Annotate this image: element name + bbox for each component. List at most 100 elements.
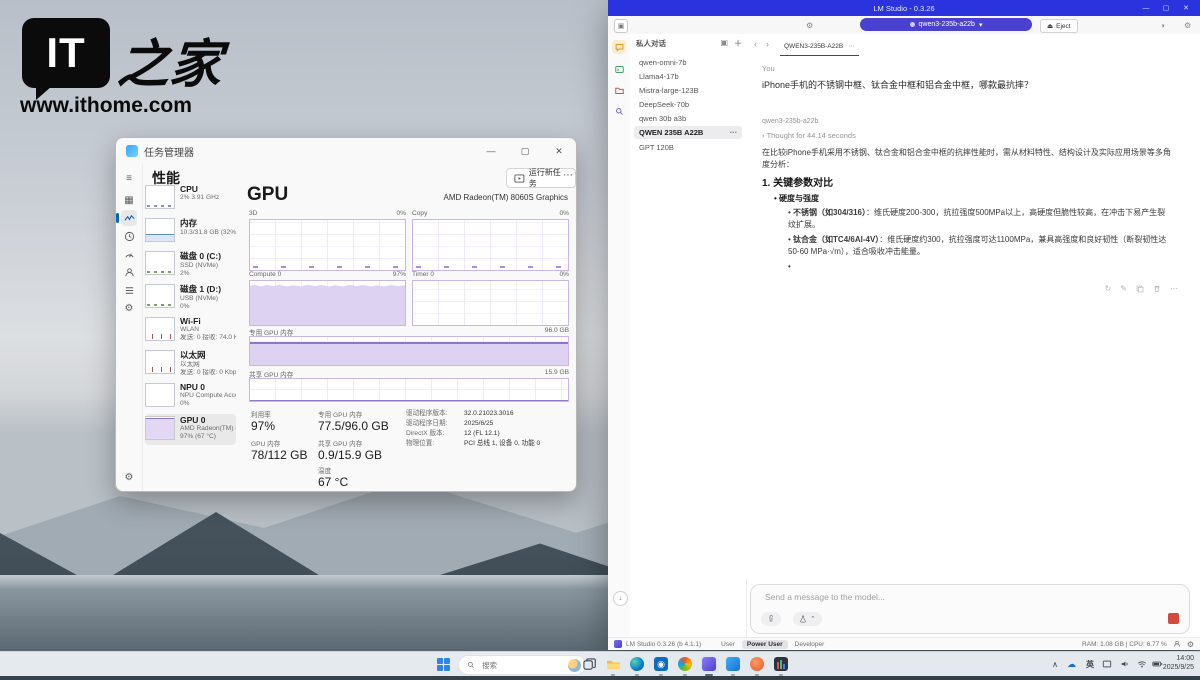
delete-icon[interactable] (1153, 285, 1161, 293)
search-input[interactable] (480, 660, 546, 671)
task-view-button[interactable] (580, 655, 598, 673)
metric-row-ethernet[interactable]: 以太网 以太网 发送: 0 接收: 0 Kbps (145, 348, 236, 379)
metric-row-memory[interactable]: 内存 10.3/31.8 GB (32%) (145, 216, 236, 247)
nav-details-icon[interactable] (121, 282, 137, 298)
metric-row-npu[interactable]: NPU 0 NPU Compute Accel... 0% (145, 381, 236, 412)
metric-row-disk1[interactable]: 磁盘 1 (D:) USB (NVMe) 0% (145, 282, 236, 313)
copy-icon[interactable] (1136, 285, 1144, 293)
chat-list-item[interactable]: GPT 120B (634, 141, 742, 154)
active-chat-tab[interactable]: QWEN3-235B-A22B ⋯ (780, 37, 859, 57)
chat-list-item[interactable]: DeepSeek-70b (634, 98, 742, 111)
tray-chevron[interactable]: ∧ (1052, 652, 1058, 676)
nav-developer-icon[interactable] (612, 62, 626, 76)
stop-generating-button[interactable] (1168, 613, 1179, 624)
nav-performance-icon[interactable] (121, 210, 137, 226)
nav-back-icon[interactable]: ‹ (754, 39, 757, 49)
regenerate-icon[interactable]: ↻ (1105, 284, 1112, 293)
start-button[interactable] (434, 655, 452, 673)
more-icon[interactable]: ⋯ (1170, 284, 1178, 293)
more-options-icon[interactable]: ⋯ (563, 170, 573, 181)
collapse-panel-icon[interactable]: ▣ (720, 38, 728, 49)
close-icon[interactable]: ✕ (542, 138, 576, 164)
gpu-driver-info: 驱动程序版本:32.0.21023.3016 驱动程序日期:2025/6/25 … (406, 409, 540, 449)
maximize-icon[interactable]: ▢ (508, 138, 542, 164)
minimize-icon[interactable]: — (1136, 0, 1156, 16)
user-account-icon[interactable] (1173, 640, 1181, 648)
onedrive-tray[interactable]: ☁ (1067, 652, 1076, 676)
metric-row-wifi[interactable]: Wi-Fi WLAN 发送: 0 接收: 74.0 Kbps (145, 315, 236, 346)
nav-discover-icon[interactable] (612, 104, 626, 118)
tools-chip[interactable]: ⌃ (793, 612, 822, 626)
nav-services-icon[interactable]: ⚙ (121, 300, 137, 316)
code-editor-button[interactable] (724, 655, 742, 673)
ime-indicator[interactable]: 英 (1086, 652, 1094, 676)
battery-tray[interactable] (1152, 652, 1163, 676)
settings-gear-icon[interactable]: ⚙ (1187, 640, 1194, 649)
performance-metric-list: CPU 2% 3.91 GHz 内存 10.3/31.8 GB (32%) 磁盘… (143, 183, 238, 491)
ithome-logo-text: IT (46, 29, 85, 77)
chat-list-item[interactable]: Llama4-17b (634, 70, 742, 83)
taskbar-search[interactable] (458, 655, 586, 675)
outlook-button[interactable]: ◉ (652, 655, 670, 673)
maximize-icon[interactable]: ▢ (1156, 0, 1176, 16)
mode-tab-developer[interactable]: Developer (790, 640, 830, 649)
nav-processes-icon[interactable]: ▦ (121, 192, 137, 208)
chart-copy (412, 219, 569, 271)
wifi-tray[interactable] (1137, 652, 1147, 676)
nav-chat-icon[interactable] (612, 40, 626, 54)
eject-model-button[interactable]: ⏏ Eject (1040, 19, 1078, 33)
gpu-mini-chart (145, 416, 175, 440)
nav-app-history-icon[interactable] (121, 228, 137, 244)
new-chat-plus-icon[interactable]: ＋ (734, 38, 742, 49)
theme-icon[interactable]: ◑ (1160, 21, 1165, 30)
chat-list-item[interactable]: qwen 30b a3b (634, 112, 742, 125)
media-app-button[interactable] (772, 655, 790, 673)
chat-list-item[interactable]: qwen-omni-7b (634, 56, 742, 69)
lm-studio-taskbar-button[interactable] (700, 655, 718, 673)
metric-row-gpu[interactable]: GPU 0 AMD Radeon(TM) 8... 97% (67 °C) (145, 414, 236, 445)
nav-my-models-icon[interactable] (612, 83, 626, 97)
tab-menu-icon[interactable]: ⋯ (848, 42, 855, 50)
model-selector-pill[interactable]: qwen3-235b-a22b ▾ (860, 18, 1032, 31)
copilot-button[interactable] (676, 655, 694, 673)
eject-icon: ⏏ (1047, 22, 1053, 30)
mode-tab-power-user[interactable]: Power User (742, 640, 788, 649)
new-chat-icon[interactable]: ▣ (614, 19, 628, 33)
bars-app-icon (774, 657, 788, 671)
lm-studio-logo-icon (614, 640, 622, 648)
chart-timer0 (412, 280, 569, 326)
chat-list-item[interactable]: Mistra-large-123B (634, 84, 742, 97)
metric-row-disk0[interactable]: 磁盘 0 (C:) SSD (NVMe) 2% (145, 249, 236, 280)
close-icon[interactable]: ✕ (1176, 0, 1196, 16)
edge-browser-button[interactable] (628, 655, 646, 673)
metric-row-cpu[interactable]: CPU 2% 3.91 GHz (145, 183, 236, 214)
settings-wrench-icon[interactable]: ⚙ (1184, 21, 1191, 30)
nav-users-icon[interactable] (121, 264, 137, 280)
file-explorer-button[interactable] (604, 655, 622, 673)
thought-toggle[interactable]: › Thought for 44.14 seconds (762, 131, 1178, 140)
edit-icon[interactable]: ✎ (1120, 284, 1127, 293)
stat-gpu-memory: GPU 内存78/112 GB (251, 438, 307, 462)
minimize-icon[interactable]: — (474, 138, 508, 164)
app-version-label: LM Studio 0.3.26 (b 4.1.1) (626, 641, 701, 648)
battery-icon (1152, 659, 1163, 669)
chat-list-item-selected[interactable]: QWEN 235B A22B⋯ (634, 126, 742, 139)
nav-forward-icon[interactable]: › (766, 39, 769, 49)
mode-tab-user[interactable]: User (716, 640, 740, 649)
volume-tray[interactable] (1120, 652, 1130, 676)
scroll-download-icon[interactable]: ↓ (613, 591, 628, 606)
message-input-box[interactable]: ⌃ (750, 584, 1190, 634)
status-gear-icon[interactable]: ⚙ (806, 21, 813, 30)
hamburger-menu-icon[interactable]: ≡ (121, 170, 137, 186)
lm-studio-titlebar[interactable]: LM Studio - 0.3.26 — ▢ ✕ (608, 0, 1200, 16)
stat-shared-memory: 共享 GPU 内存0.9/15.9 GB (318, 438, 382, 462)
chat-item-menu-icon[interactable]: ⋯ (730, 128, 738, 137)
attach-file-chip[interactable] (761, 612, 781, 626)
chat-transcript[interactable]: You iPhone手机的不锈钢中框、钛合金中框和铝合金中框，哪款最抗摔？ qw… (746, 56, 1200, 580)
pin-app-button[interactable] (748, 655, 766, 673)
nav-startup-apps-icon[interactable] (121, 246, 137, 262)
taskbar-clock[interactable]: 14:00 2025/9/25 (1163, 654, 1194, 673)
message-input[interactable] (763, 591, 1159, 603)
tray-box[interactable] (1102, 652, 1112, 676)
settings-gear-icon[interactable]: ⚙ (121, 469, 137, 485)
